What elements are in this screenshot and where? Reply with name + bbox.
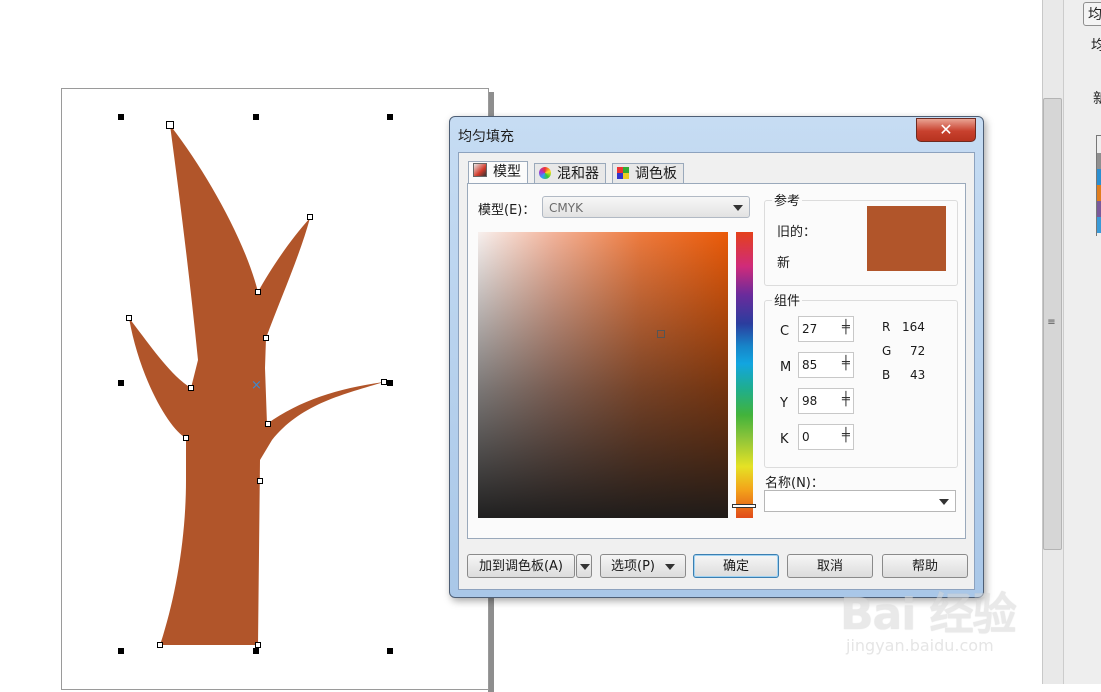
- watermark-brand: Bai 经验: [840, 589, 1017, 640]
- spin-icon[interactable]: ╪: [842, 428, 850, 446]
- magenta-input[interactable]: 85 ╪: [798, 352, 854, 378]
- green-value: 72: [910, 344, 926, 358]
- chevron-down-icon: [733, 205, 743, 211]
- close-icon: ✕: [939, 120, 953, 139]
- selection-handle[interactable]: [253, 114, 259, 120]
- color-field-marker[interactable]: [657, 330, 665, 338]
- cyan-value: 27: [802, 322, 818, 336]
- add-to-palette-dropdown[interactable]: [576, 554, 592, 578]
- tab-pane-model: 模型(E)： CMYK 参考 旧的： 新 组件 C 27 ╪ M 85 ╪ Y …: [467, 183, 966, 539]
- chevron-down-icon: [939, 499, 949, 505]
- color-field-gradient: [478, 232, 728, 518]
- yellow-value: 98: [802, 394, 818, 408]
- reference-title: 参考: [772, 190, 803, 209]
- selection-handle[interactable]: [253, 648, 259, 654]
- node-handle[interactable]: [307, 214, 313, 220]
- docker-swatch[interactable]: [1097, 153, 1101, 169]
- tab-label: 模型: [493, 164, 521, 180]
- tab-mixer[interactable]: 混和器: [534, 163, 606, 184]
- node-handle[interactable]: [257, 478, 263, 484]
- black-value: 0: [802, 430, 810, 444]
- node-handle[interactable]: [126, 315, 132, 321]
- cyan-label: C: [780, 324, 790, 339]
- node-handle[interactable]: [255, 642, 261, 648]
- selection-handle[interactable]: [387, 380, 393, 386]
- ok-label: 确定: [722, 559, 749, 574]
- docker-label: 新: [1093, 91, 1101, 107]
- spin-icon[interactable]: ╪: [842, 320, 850, 338]
- spin-icon[interactable]: ╪: [842, 392, 850, 410]
- black-label: K: [780, 432, 789, 447]
- old-color-label: 旧的：: [777, 225, 817, 240]
- blue-label: B: [882, 368, 891, 382]
- tab-label: 调色板: [635, 166, 677, 182]
- add-to-palette-button[interactable]: 加到调色板(A): [467, 554, 575, 578]
- node-handle[interactable]: [183, 435, 189, 441]
- spin-icon[interactable]: ╪: [842, 356, 850, 374]
- docker-swatch[interactable]: [1097, 185, 1101, 201]
- ok-button[interactable]: 确定: [693, 554, 779, 578]
- chevron-down-icon: [580, 564, 590, 570]
- old-color-swatch: [867, 206, 946, 271]
- options-label: 选项(P): [611, 559, 655, 574]
- cyan-input[interactable]: 27 ╪: [798, 316, 854, 342]
- hue-slider[interactable]: [736, 232, 753, 518]
- docker-tab-button[interactable]: 均: [1083, 2, 1101, 26]
- magenta-value: 85: [802, 358, 818, 372]
- close-button[interactable]: ✕: [916, 118, 976, 142]
- uniform-fill-dialog: 均匀填充 ✕ 模型 混和器 调色板 模型(E)： CMYK 参考 旧的： 新 组…: [449, 116, 984, 598]
- model-select-value: CMYK: [549, 201, 583, 215]
- model-icon: [473, 163, 487, 177]
- grip-icon: ≡: [1047, 317, 1056, 328]
- selection-handle[interactable]: [387, 648, 393, 654]
- docker-swatch[interactable]: [1097, 217, 1101, 233]
- node-handle[interactable]: [263, 335, 269, 341]
- yellow-label: Y: [780, 396, 788, 411]
- hue-slider-handle[interactable]: [732, 504, 756, 508]
- color-field[interactable]: [478, 232, 728, 518]
- add-to-palette-label: 加到调色板(A): [478, 559, 564, 574]
- node-handle[interactable]: [265, 421, 271, 427]
- selection-handle[interactable]: [118, 114, 124, 120]
- yellow-input[interactable]: 98 ╪: [798, 388, 854, 414]
- black-input[interactable]: 0 ╪: [798, 424, 854, 450]
- name-label: 名称(N)：: [765, 476, 824, 491]
- node-handle[interactable]: [157, 642, 163, 648]
- magenta-label: M: [780, 360, 792, 375]
- red-label: R: [882, 320, 891, 334]
- chevron-down-icon: [665, 564, 675, 570]
- selection-handle[interactable]: [387, 114, 393, 120]
- name-combobox[interactable]: [764, 490, 956, 512]
- green-label: G: [882, 344, 892, 358]
- center-x-mark: ×: [251, 378, 262, 393]
- node-handle[interactable]: [381, 379, 387, 385]
- new-color-label: 新: [777, 256, 791, 271]
- docker-tab-label: 均: [1088, 7, 1101, 23]
- mixer-icon: [539, 167, 551, 179]
- docker-label: 均: [1091, 38, 1101, 54]
- docker-swatch[interactable]: [1097, 201, 1101, 217]
- baidu-watermark: Bai 经验 jingyan.baidu.com: [840, 572, 1070, 672]
- docker-swatch[interactable]: [1097, 169, 1101, 185]
- tab-model[interactable]: 模型: [468, 161, 528, 185]
- options-button[interactable]: 选项(P): [600, 554, 686, 578]
- node-handle[interactable]: [188, 385, 194, 391]
- tab-label: 混和器: [557, 166, 599, 182]
- dialog-title: 均匀填充: [458, 129, 514, 145]
- tab-palette[interactable]: 调色板: [612, 163, 684, 184]
- selection-handle[interactable]: [118, 380, 124, 386]
- node-handle[interactable]: [255, 289, 261, 295]
- palette-icon: [617, 167, 629, 179]
- model-label: 模型(E)：: [478, 203, 536, 218]
- components-title: 组件: [772, 290, 803, 309]
- watermark-url: jingyan.baidu.com: [846, 636, 994, 655]
- model-select[interactable]: CMYK: [542, 196, 750, 218]
- components-group: [764, 300, 958, 468]
- selection-handle[interactable]: [118, 648, 124, 654]
- dialog-body: 模型 混和器 调色板 模型(E)： CMYK 参考 旧的： 新 组件 C 27 …: [458, 152, 975, 590]
- blue-value: 43: [910, 368, 926, 382]
- node-handle[interactable]: [166, 121, 174, 129]
- red-value: 164: [902, 320, 925, 334]
